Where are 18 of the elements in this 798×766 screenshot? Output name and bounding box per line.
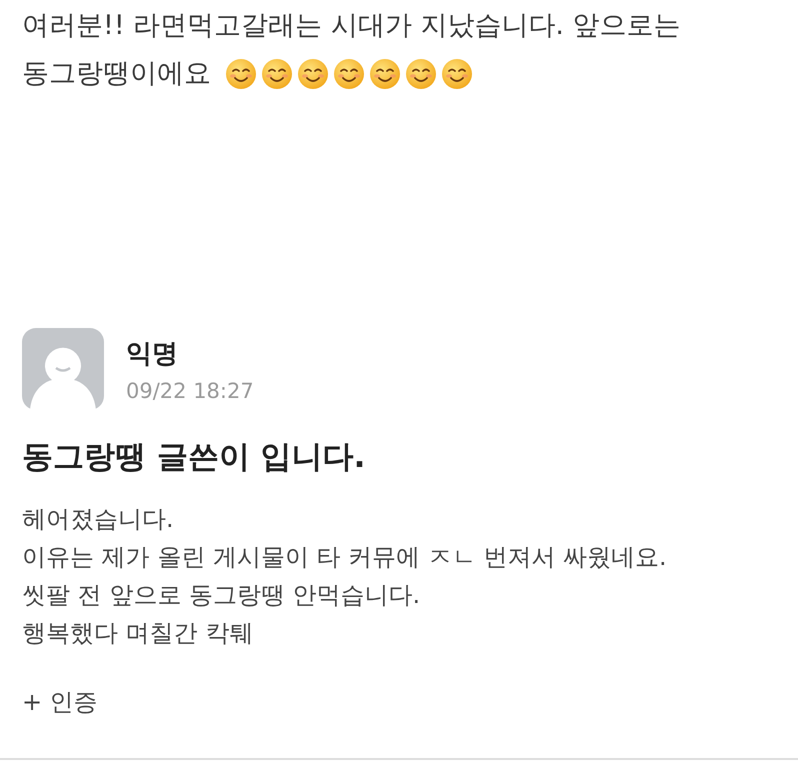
post-body-text: 씻팔 전 앞으로 동그랑땡 안먹습니다.	[22, 580, 422, 611]
smiling-face-icon	[225, 58, 257, 90]
smiling-face-icon	[369, 58, 401, 90]
post-body-text: 헤어졌습니다.	[22, 504, 175, 535]
post-body-text: 행복했다 며칠간 칵퉤	[22, 618, 254, 649]
smiling-face-icon	[297, 58, 329, 90]
smiling-face-icon	[333, 58, 365, 90]
smiling-face-icon	[441, 58, 473, 90]
attachment-label: + 인증	[22, 687, 99, 718]
caption-text: 동그랑땡이에요	[22, 57, 211, 91]
smiling-face-icon	[261, 58, 293, 90]
avatar-icon	[22, 328, 104, 410]
post-time: 09/22 18:27	[126, 378, 254, 402]
smiling-face-icon	[405, 58, 437, 90]
caption-text: 여러분!! 라면먹고갈래는 시대가 지났습니다. 앞으로는	[22, 9, 682, 43]
author-name: 익명	[126, 338, 179, 370]
post-title: 동그랑땡 글쓴이 입니다.	[22, 438, 366, 477]
post-body-text: 이유는 제가 올린 게시물이 타 커뮤에 ㅈㄴ 번져서 싸웠네요.	[22, 542, 668, 573]
